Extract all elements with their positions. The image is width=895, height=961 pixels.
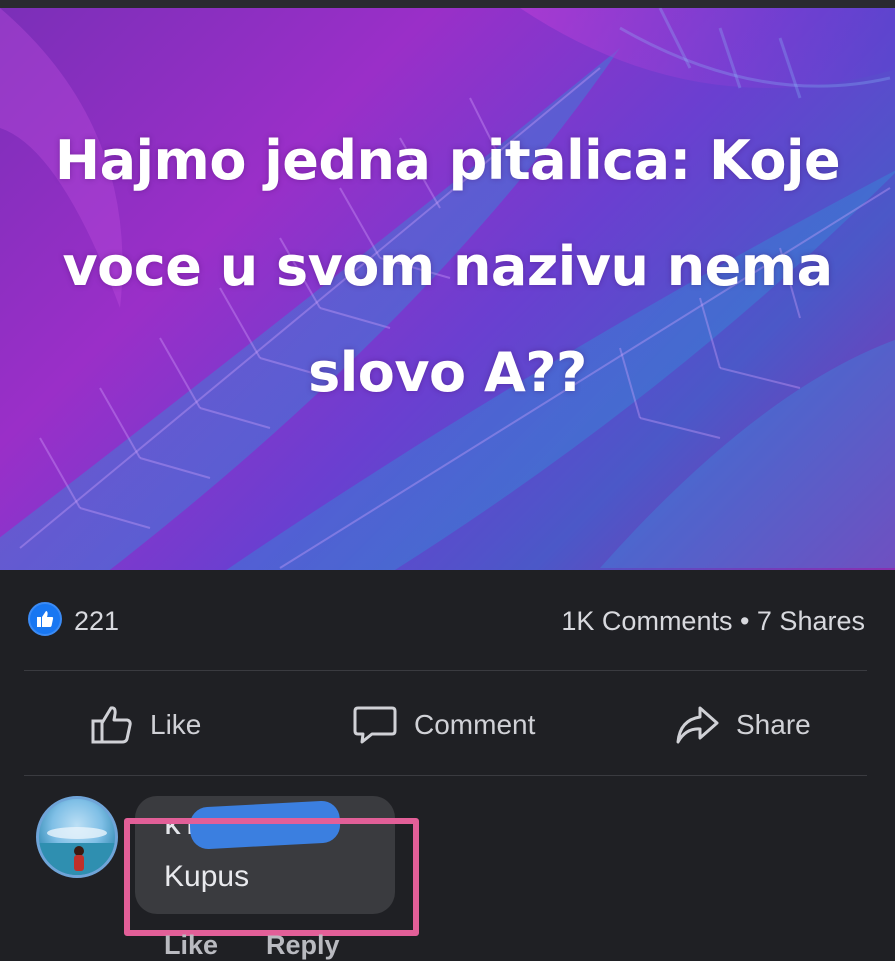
share-arrow-icon (676, 706, 719, 744)
share-button-label: Share (736, 709, 811, 740)
stats-row: 221 1K Comments • 7 Shares (0, 592, 895, 648)
comment-reply-link[interactable]: Reply (266, 930, 340, 960)
like-button[interactable]: Like (90, 700, 201, 750)
highlight-box (124, 818, 419, 936)
post-question-text: Hajmo jedna pitalica: Koje voce u svom n… (54, 129, 841, 404)
divider (24, 775, 867, 776)
thumbs-up-outline-icon (91, 706, 132, 744)
comment-like-link[interactable]: Like (164, 930, 218, 960)
thumbs-up-icon[interactable] (28, 602, 62, 636)
avatar[interactable] (36, 796, 118, 878)
like-button-label: Like (150, 709, 202, 740)
comments-shares-count[interactable]: 1K Comments • 7 Shares (561, 606, 865, 637)
comment-button[interactable]: Comment (352, 700, 535, 750)
speech-bubble-icon (353, 706, 397, 744)
top-strip (0, 0, 895, 8)
divider (24, 670, 867, 671)
post-image[interactable]: Hajmo jedna pitalica: Koje voce u svom n… (0, 8, 895, 570)
share-button[interactable]: Share (674, 700, 811, 750)
like-count[interactable]: 221 (74, 606, 119, 637)
comment-actions: Like Reply (164, 930, 388, 961)
post-actions: Like Comment Share (0, 690, 895, 760)
comment-button-label: Comment (414, 709, 536, 740)
comment-item: K ic Kupus Like Reply (0, 780, 895, 960)
